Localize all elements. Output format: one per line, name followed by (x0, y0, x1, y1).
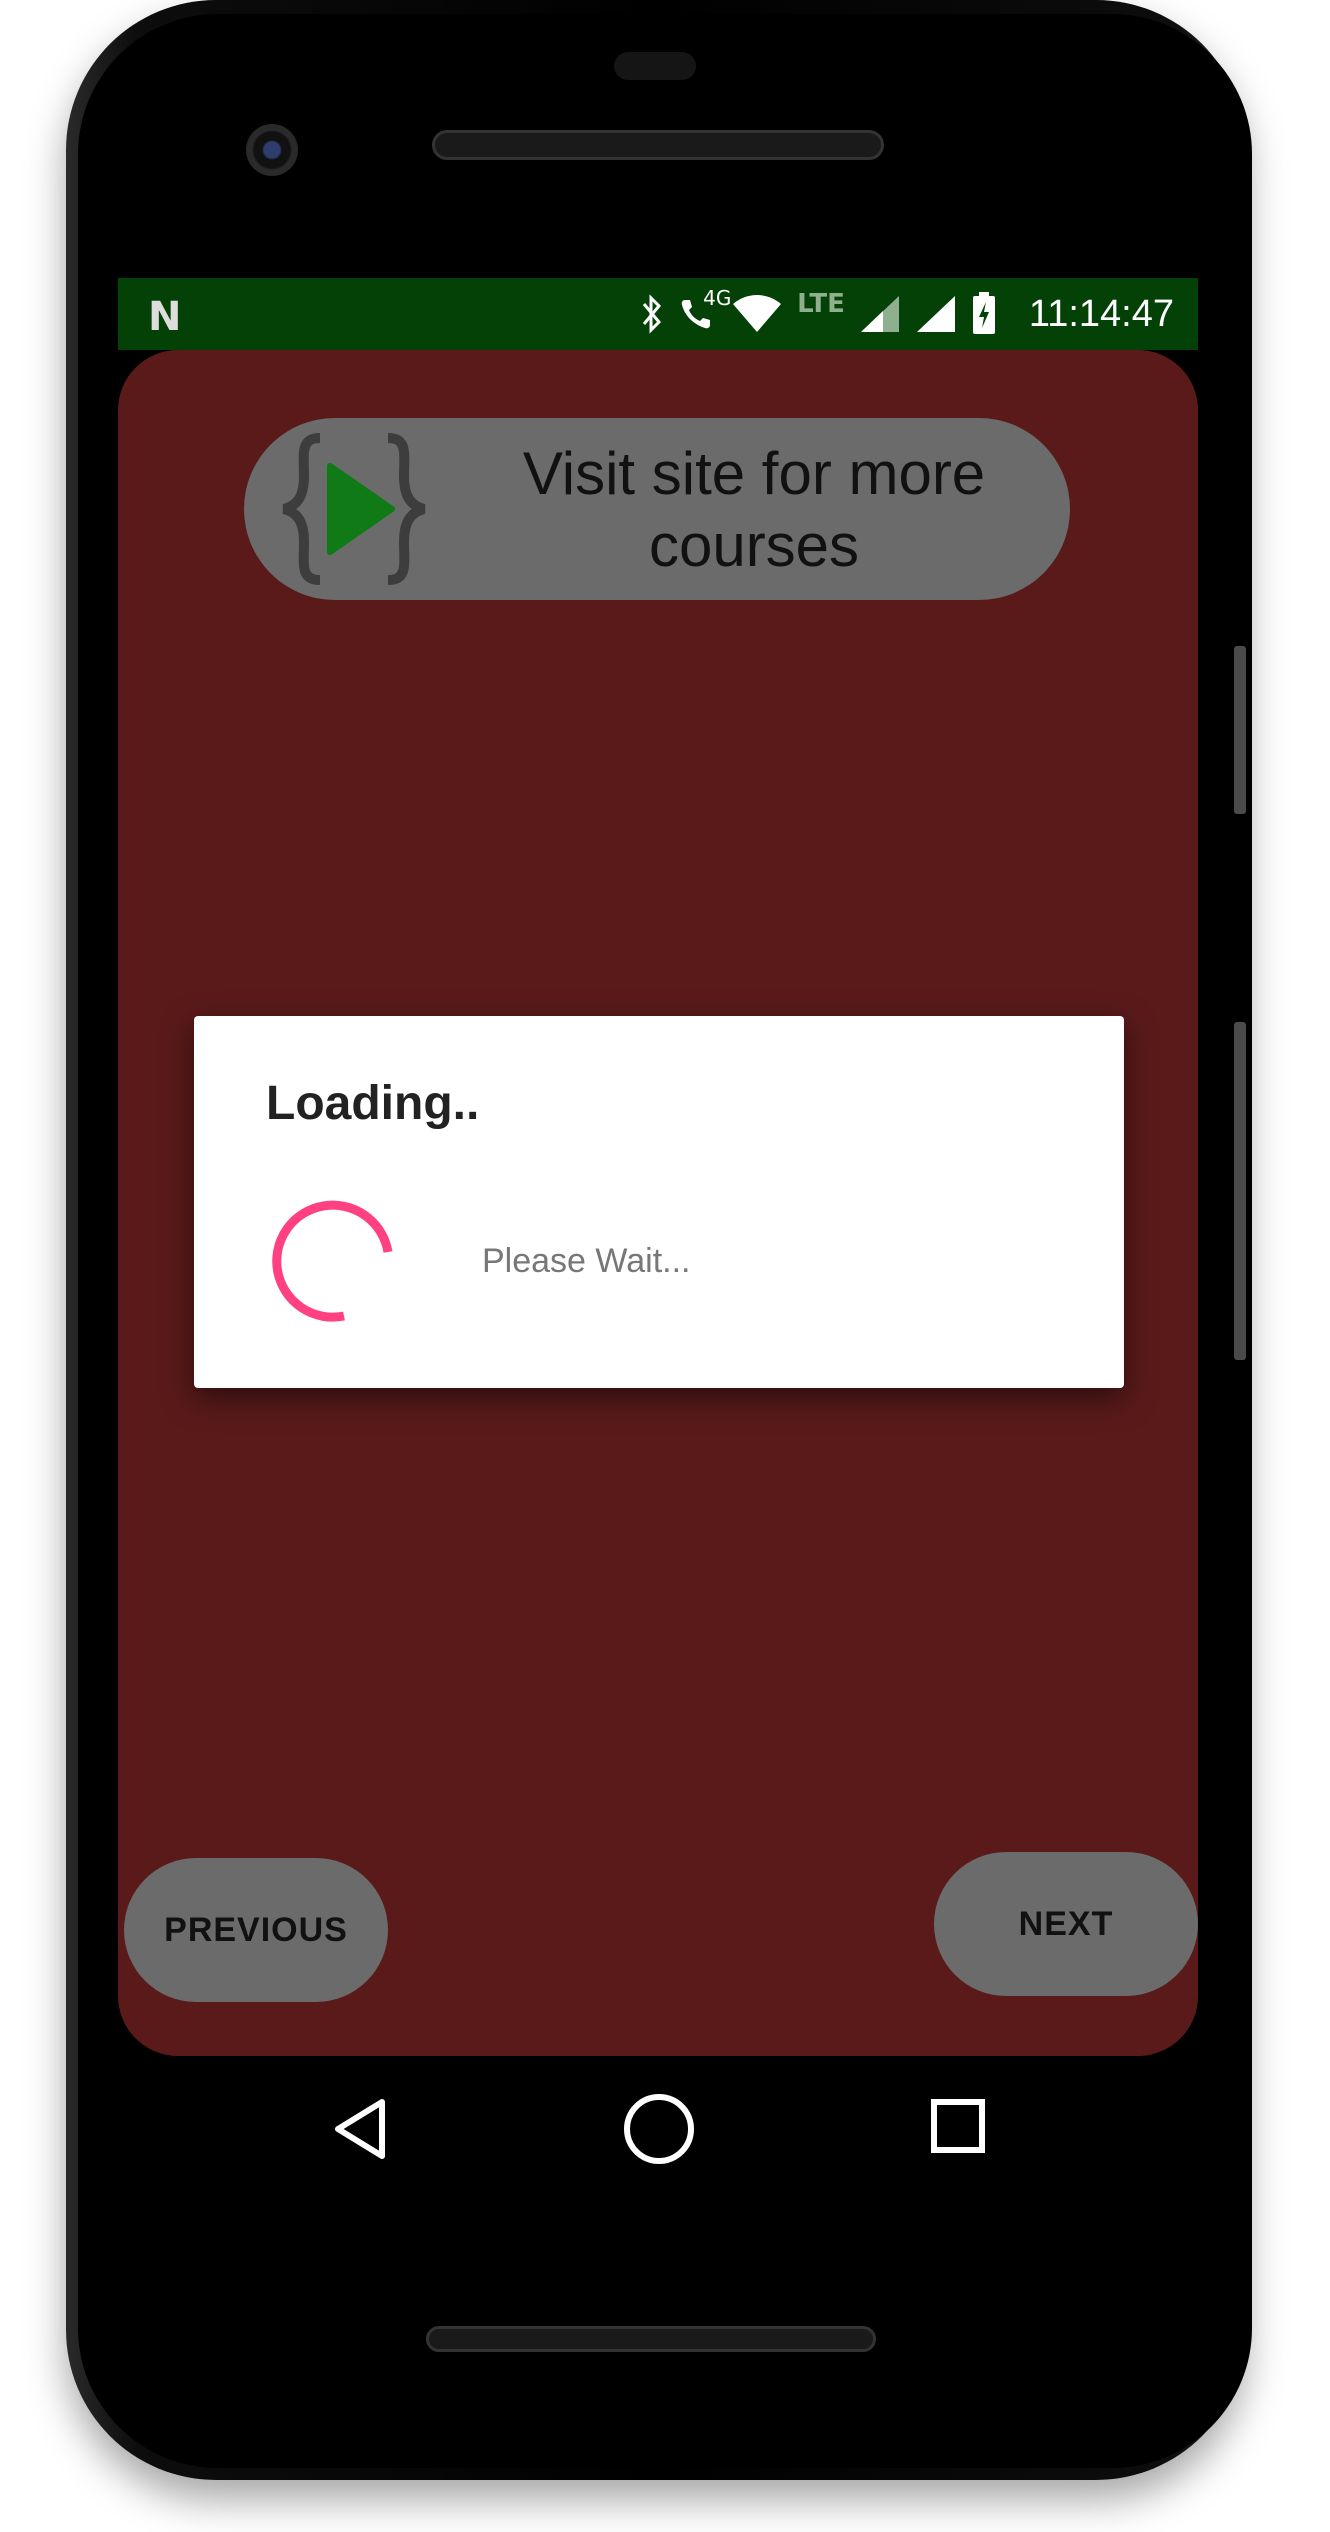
visit-site-label: Visit site for more courses (522, 440, 986, 579)
status-icons: 4G LTE 11:14:47 (641, 278, 1174, 350)
recents-icon[interactable] (928, 2096, 988, 2156)
dialog-title: Loading.. (266, 1077, 480, 1130)
proximity-sensor (614, 52, 696, 80)
visit-site-button[interactable]: Visit site for more courses (244, 418, 1070, 600)
screen: N 4G LTE 11:14:47 Visit site for more co… (118, 278, 1198, 2056)
next-button[interactable]: NEXT (934, 1852, 1198, 1996)
wifi-icon (731, 294, 783, 334)
network-type-label: LTE (797, 289, 845, 319)
earpiece-speaker (432, 130, 884, 160)
signal-icon (915, 294, 957, 334)
home-icon[interactable] (620, 2090, 698, 2168)
status-bar: N 4G LTE 11:14:47 (118, 278, 1198, 350)
signal-icon (859, 294, 901, 334)
notification-n-icon: N (148, 294, 182, 340)
code-play-logo-icon (282, 433, 426, 585)
bluetooth-icon (641, 294, 663, 334)
power-button (1234, 1022, 1246, 1360)
wifi-calling-icon: 4G (677, 286, 731, 334)
status-clock: 11:14:47 (1028, 292, 1174, 335)
call-badge: 4G (703, 286, 732, 310)
back-icon[interactable] (326, 2094, 396, 2164)
loading-spinner-icon (272, 1200, 393, 1322)
previous-button[interactable]: PREVIOUS (124, 1858, 388, 2002)
loading-dialog: Loading.. Please Wait... (194, 1016, 1124, 1388)
battery-charging-icon (971, 292, 997, 336)
dialog-message: Please Wait... (482, 1242, 691, 1280)
volume-button (1234, 646, 1246, 814)
bottom-speaker (426, 2326, 876, 2352)
front-camera (246, 124, 298, 176)
